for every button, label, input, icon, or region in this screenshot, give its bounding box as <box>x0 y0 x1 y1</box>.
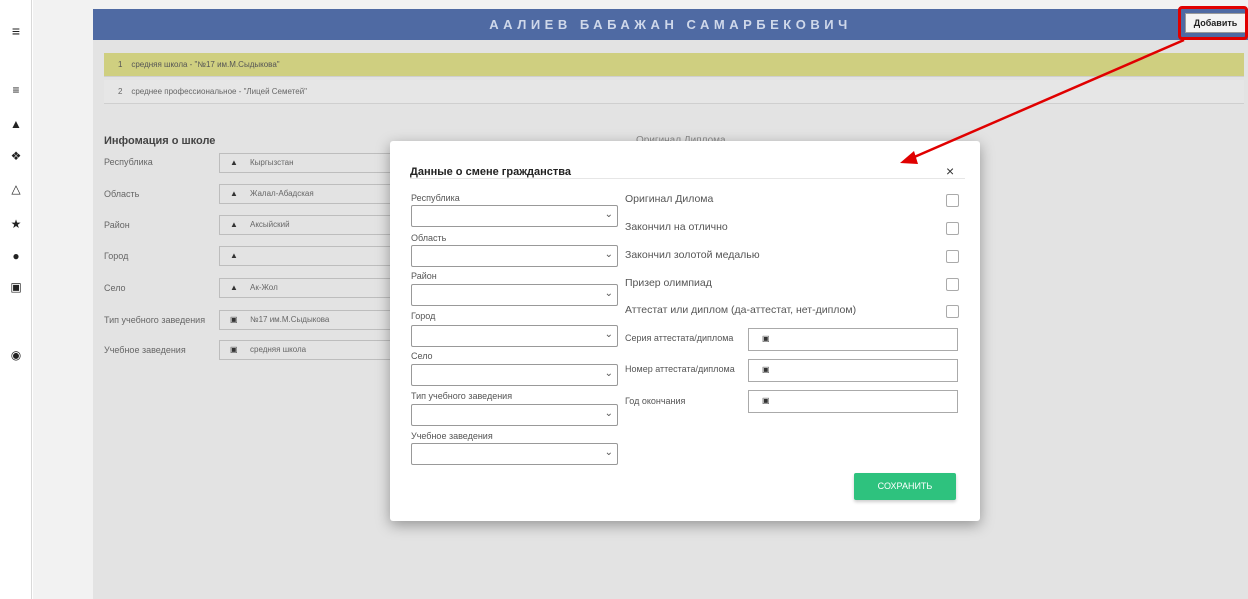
chevron-down-icon: ⌄ <box>604 447 613 458</box>
chevron-down-icon: ⌄ <box>604 408 613 419</box>
gold-medal-label: Закончил золотой медалью <box>625 249 760 261</box>
education-row-text: среднее профессиональное - "Лицей Семете… <box>131 87 308 96</box>
institution-label: Учебное заведения <box>411 431 493 441</box>
education-row-text: средняя школа - "№17 им.М.Сыдыкова" <box>131 60 280 69</box>
info-label-region: Область <box>104 189 140 199</box>
institution-select[interactable]: ⌄ <box>411 443 618 465</box>
graduation-year-label: Год окончания <box>625 396 686 406</box>
institution-icon: ▣ <box>230 315 238 324</box>
school-info-title: Инфомация о школе <box>104 135 216 147</box>
save-button[interactable]: СОХРАНИТЬ <box>854 473 956 500</box>
person-icon: ▲ <box>230 158 238 167</box>
info-label-republic: Республика <box>104 157 153 167</box>
institution-icon[interactable]: △ <box>0 182 32 196</box>
info-label-institution-type: Тип учебного заведения <box>104 315 206 325</box>
district-select[interactable]: ⌄ <box>411 284 618 306</box>
chevron-down-icon: ⌄ <box>604 249 613 260</box>
chevron-down-icon: ⌄ <box>604 329 613 340</box>
student-name: ААЛИЕВ БАБАЖАН САМАРБЕКОВИЧ <box>489 17 852 32</box>
info-field-region: ▲ Жалал-Абадская <box>219 184 394 204</box>
citizenship-change-modal: Данные о смене гражданства × Республика … <box>390 141 980 521</box>
city-label: Город <box>411 311 436 321</box>
info-field-institution: ▣ средняя школа <box>219 340 394 360</box>
education-row-number: 1 <box>118 60 123 69</box>
person-icon: ▲ <box>230 251 238 260</box>
info-label-city: Город <box>104 251 129 261</box>
id-card-icon[interactable]: ▣ <box>0 280 32 294</box>
olympiad-winner-checkbox[interactable] <box>946 278 959 291</box>
village-select[interactable]: ⌄ <box>411 364 618 386</box>
info-field-district: ▲ Аксыйский <box>219 215 394 235</box>
certificate-series-label: Серия аттестата/диплома <box>625 333 734 343</box>
institution-icon: ▣ <box>762 365 770 374</box>
modal-title: Данные о смене гражданства <box>410 166 571 178</box>
honors-checkbox[interactable] <box>946 222 959 235</box>
institution-icon: ▣ <box>762 396 770 405</box>
person-icon: ▲ <box>230 220 238 229</box>
original-diploma-checkbox[interactable] <box>946 194 959 207</box>
institution-icon: ▣ <box>762 334 770 343</box>
alert-icon[interactable]: ● <box>0 249 32 263</box>
honors-label: Закончил на отлично <box>625 221 728 233</box>
certificate-or-diploma-label: Аттестат или диплом (да-аттестат, нет-ди… <box>625 304 857 316</box>
info-field-institution-type: ▣ №17 им.М.Сыдыкова <box>219 310 394 330</box>
location-icon[interactable]: ◉ <box>0 348 32 362</box>
menu-icon[interactable]: ≡ <box>0 24 32 38</box>
republic-select[interactable]: ⌄ <box>411 205 618 227</box>
region-label: Область <box>411 233 447 243</box>
institution-type-label: Тип учебного заведения <box>411 391 513 401</box>
certificate-number-label: Номер аттестата/диплома <box>625 364 735 374</box>
info-label-village: Село <box>104 283 126 293</box>
trophy-icon[interactable]: ★ <box>0 217 32 231</box>
info-field-city: ▲ <box>219 246 394 266</box>
republic-label: Республика <box>411 193 460 203</box>
chevron-down-icon: ⌄ <box>604 368 613 379</box>
certificate-number-input[interactable]: ▣ <box>748 359 958 382</box>
close-icon[interactable]: × <box>946 163 954 179</box>
city-select[interactable]: ⌄ <box>411 325 618 347</box>
original-diploma-label: Оригинал Дилома <box>625 193 714 205</box>
olympiad-winner-label: Призер олимпиад <box>625 277 712 289</box>
list-icon[interactable]: ≡ <box>0 83 32 97</box>
district-label: Район <box>411 271 437 281</box>
gold-medal-checkbox[interactable] <box>946 250 959 263</box>
education-row[interactable]: 1 средняя школа - "№17 им.М.Сыдыкова" <box>104 53 1244 77</box>
certificate-series-input[interactable]: ▣ <box>748 328 958 351</box>
person-icon: ▲ <box>230 283 238 292</box>
person-icon: ▲ <box>230 189 238 198</box>
family-icon[interactable]: ❖ <box>0 149 32 163</box>
institution-type-select[interactable]: ⌄ <box>411 404 618 426</box>
graduation-cap-icon[interactable]: ▲ <box>0 117 32 131</box>
modal-divider <box>410 178 965 179</box>
education-row[interactable]: 2 среднее профессиональное - "Лицей Семе… <box>104 80 1244 104</box>
info-field-republic: ▲ Кыргызстан <box>219 153 394 173</box>
chevron-down-icon: ⌄ <box>604 288 613 299</box>
info-field-village: ▲ Ак-Жол <box>219 278 394 298</box>
certificate-or-diploma-checkbox[interactable] <box>946 305 959 318</box>
graduation-year-input[interactable]: ▣ <box>748 390 958 413</box>
region-select[interactable]: ⌄ <box>411 245 618 267</box>
info-label-district: Район <box>104 220 130 230</box>
education-row-number: 2 <box>118 87 123 96</box>
annotation-highlight-box <box>1178 6 1248 40</box>
chevron-down-icon: ⌄ <box>604 209 613 220</box>
village-label: Село <box>411 351 433 361</box>
info-label-institution: Учебное заведения <box>104 345 186 355</box>
left-sidebar: ≡ ≡ ▲ ❖ △ ★ ● ▣ ◉ <box>0 0 32 599</box>
institution-icon: ▣ <box>230 345 238 354</box>
